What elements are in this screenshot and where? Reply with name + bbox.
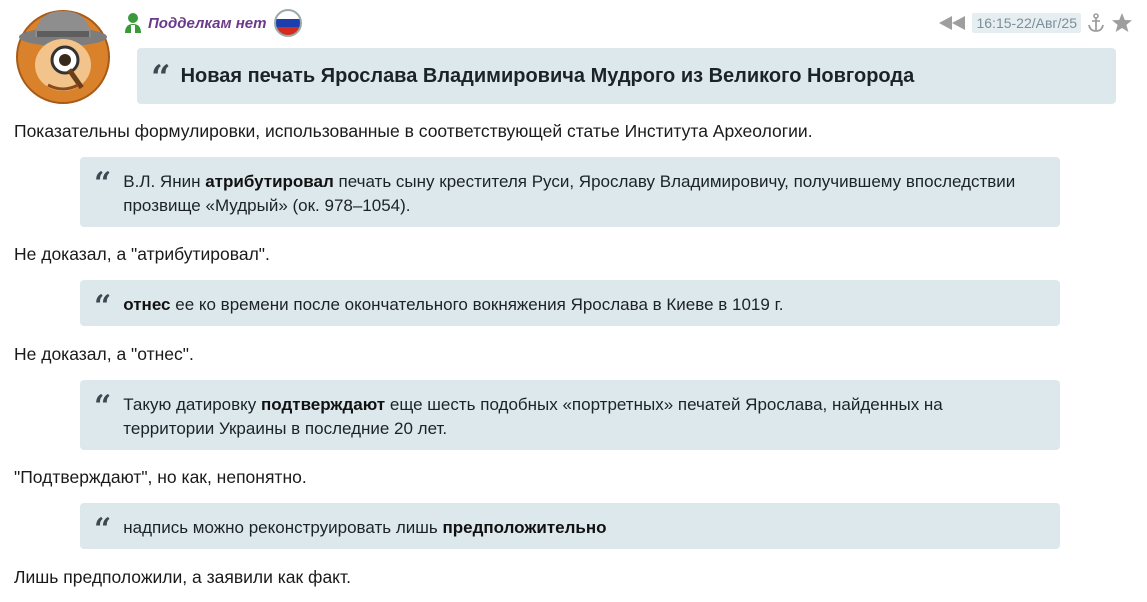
comment-4: Лишь предположили, а заявили как факт. [14, 567, 351, 587]
intro-paragraph: Показательны формулировки, использованны… [14, 121, 813, 141]
quote-block-3: “ Такую датировку подтверждают еще шесть… [80, 380, 1060, 450]
comment-3: "Подтверждают", но как, непонятно. [14, 467, 307, 487]
quote-block-1: “ В.Л. Янин атрибутировал печать сыну кр… [80, 157, 1060, 227]
star-icon[interactable] [1111, 12, 1133, 34]
user-icon [125, 13, 141, 33]
anchor-icon[interactable] [1087, 13, 1105, 33]
quote-text-2: отнес ее ко времени после окончательного… [123, 295, 784, 314]
quote-text-4: надпись можно реконструировать лишь пред… [123, 518, 607, 537]
post-meta: 16:15-22/Авг/25 [938, 11, 1133, 35]
quote-mark-icon: “ [94, 289, 112, 324]
detective-avatar[interactable] [13, 5, 113, 105]
comment-2: Не доказал, а "отнес". [14, 344, 194, 364]
quote-text-3: Такую датировку подтверждают еще шесть п… [123, 395, 943, 438]
post-timestamp[interactable]: 16:15-22/Авг/25 [972, 13, 1081, 33]
quote-mark-icon: “ [94, 166, 112, 201]
username-link[interactable]: Подделкам нет [148, 15, 266, 32]
post-title: Новая печать Ярослава Владимировича Мудр… [180, 64, 915, 87]
comment-1: Не доказал, а "атрибутировал". [14, 244, 270, 264]
quote-mark-icon: “ [94, 512, 112, 547]
quote-mark-icon: “ [151, 58, 171, 98]
title-quote: “ Новая печать Ярослава Владимировича Му… [137, 48, 1116, 104]
russia-flag-icon [274, 9, 303, 37]
rewind-icon[interactable] [938, 15, 966, 31]
post-header: Подделкам нет [124, 8, 304, 38]
quote-mark-icon: “ [94, 389, 112, 424]
quote-block-4: “ надпись можно реконструировать лишь пр… [80, 503, 1060, 549]
quote-block-2: “ отнес ее ко времени после окончательно… [80, 280, 1060, 326]
quote-text-1: В.Л. Янин атрибутировал печать сыну крес… [123, 172, 1016, 215]
